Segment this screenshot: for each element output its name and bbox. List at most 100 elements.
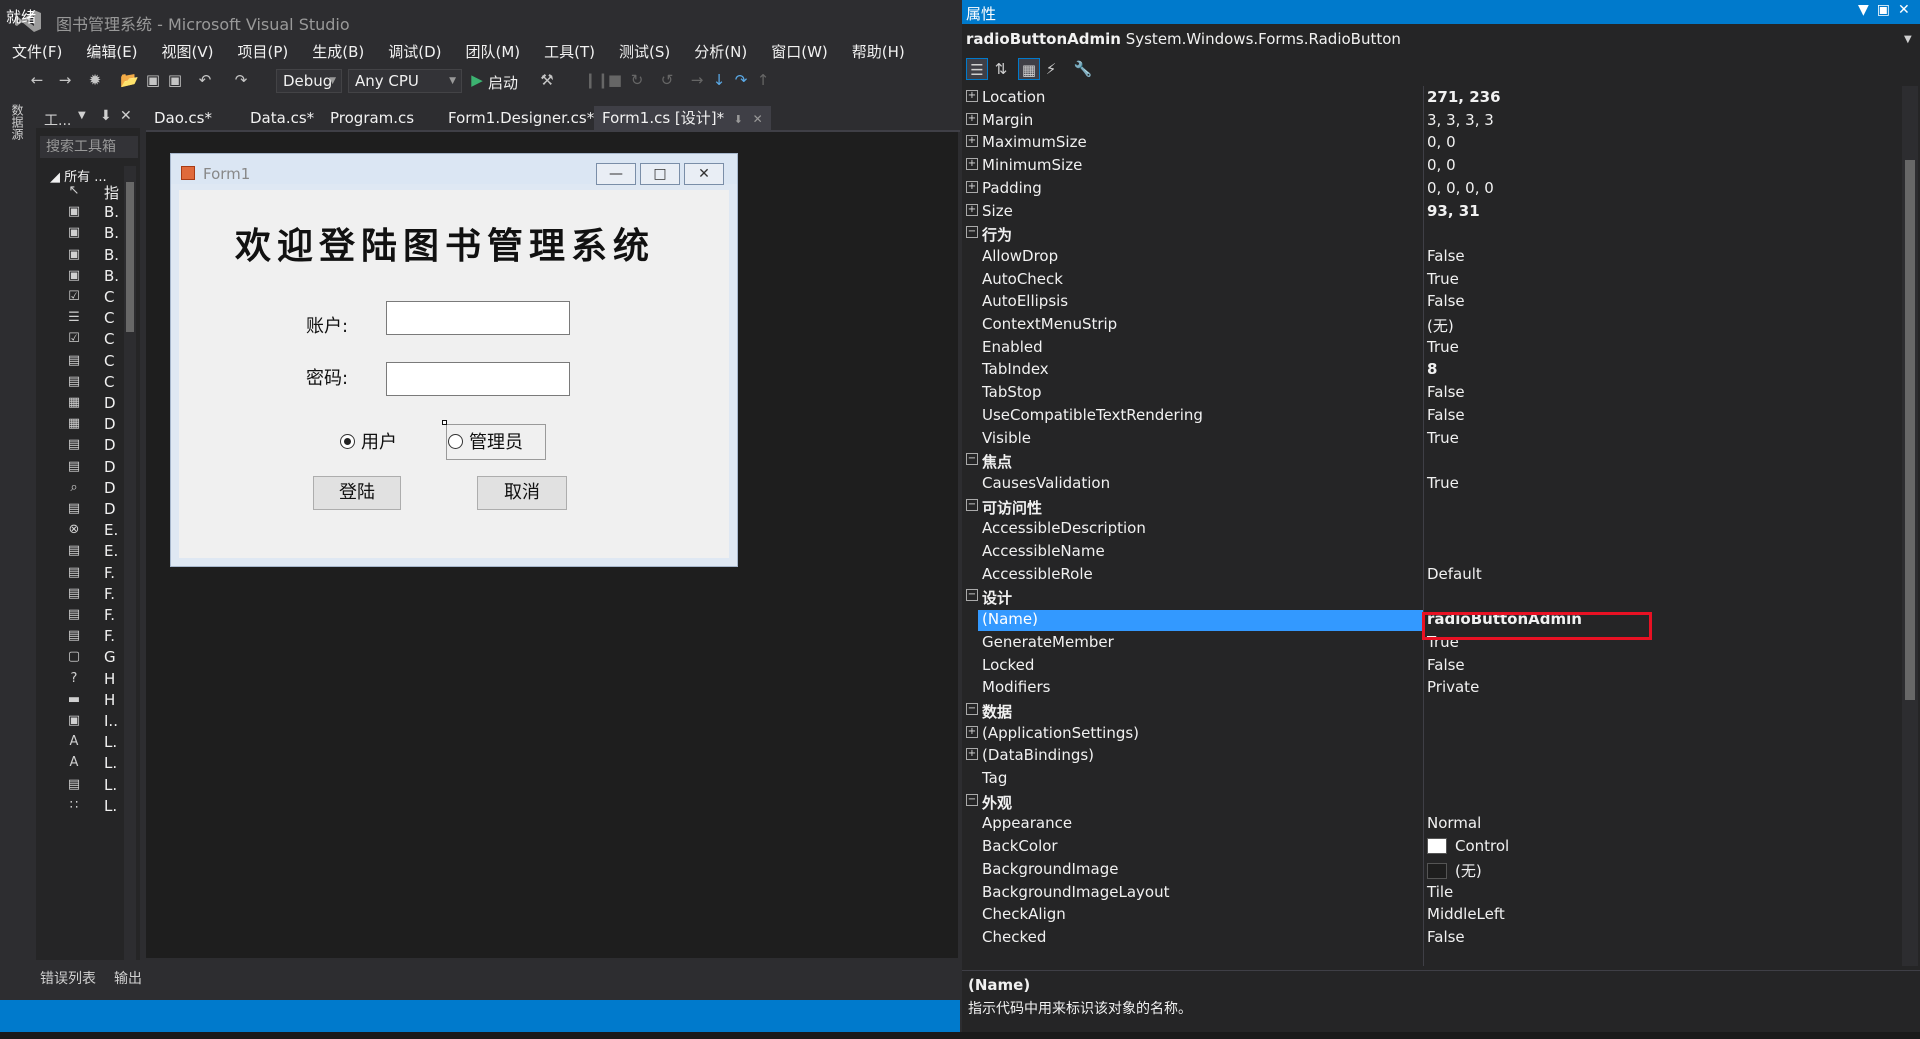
property-value[interactable]: True xyxy=(1427,270,1459,288)
property-category[interactable]: − 行为 xyxy=(962,222,1902,245)
property-row[interactable]: Enabled True xyxy=(962,336,1902,359)
platform-select[interactable]: Any CPU ▼ xyxy=(348,69,462,93)
radio-user[interactable]: 用户 xyxy=(340,428,397,454)
dropdown-icon[interactable]: ▼ xyxy=(1858,2,1877,18)
property-row[interactable]: AutoCheck True xyxy=(962,268,1902,291)
close-icon[interactable]: ✕ xyxy=(749,112,763,126)
login-button[interactable]: 登陆 xyxy=(313,476,401,510)
property-category[interactable]: − 数据 xyxy=(962,699,1902,722)
password-input[interactable] xyxy=(386,362,570,396)
save-icon[interactable]: ▣ xyxy=(144,71,162,89)
expand-icon[interactable]: + xyxy=(966,90,978,102)
property-value[interactable]: 3, 3, 3, 3 xyxy=(1427,111,1494,129)
start-icon[interactable]: ▶ xyxy=(468,71,486,89)
property-row[interactable]: Checked False xyxy=(962,926,1902,949)
datasource-tab[interactable]: 数据源 xyxy=(10,104,26,140)
doc-tab[interactable]: Form1.cs [设计]* ⬇ ✕ xyxy=(594,106,771,130)
attach-icon[interactable]: ⚒ xyxy=(538,71,556,89)
collapse-icon[interactable]: − xyxy=(966,498,978,511)
back-icon[interactable]: ← xyxy=(28,71,46,89)
property-row[interactable]: AccessibleDescription xyxy=(962,517,1902,540)
menu-item-11[interactable]: 帮助(H) xyxy=(852,40,917,64)
menu-item-5[interactable]: 调试(D) xyxy=(388,40,453,64)
property-category[interactable]: − 外观 xyxy=(962,790,1902,813)
alphabetical-icon[interactable]: ⇅ xyxy=(990,58,1012,80)
start-button-label[interactable]: 启动 xyxy=(488,72,518,93)
property-row[interactable]: CausesValidation True xyxy=(962,472,1902,495)
property-row[interactable]: TabIndex 8 xyxy=(962,358,1902,381)
toolbox-item[interactable]: ∷ L. xyxy=(66,795,122,819)
property-row[interactable]: TabStop False xyxy=(962,381,1902,404)
menu-item-10[interactable]: 窗口(W) xyxy=(771,40,840,64)
property-value[interactable]: 271, 236 xyxy=(1427,88,1501,106)
menu-item-0[interactable]: 文件(F) xyxy=(12,40,74,64)
property-row[interactable]: + Size 93, 31 xyxy=(962,200,1902,223)
toolbox-search-input[interactable]: 搜索工具箱 xyxy=(40,136,138,158)
property-value[interactable]: False xyxy=(1427,247,1465,265)
menu-item-8[interactable]: 测试(S) xyxy=(619,40,682,64)
step-out-icon[interactable]: ↑ xyxy=(754,71,772,89)
pause-icon[interactable]: ❙❙ xyxy=(584,71,609,89)
properties-window-controls[interactable]: ▼▣✕ xyxy=(1858,2,1918,18)
maximize-icon[interactable]: ▣ xyxy=(1877,2,1898,18)
menu-item-4[interactable]: 生成(B) xyxy=(312,40,376,64)
collapse-icon[interactable]: − xyxy=(966,702,978,715)
object-selector[interactable]: radioButtonAdmin System.Windows.Forms.Ra… xyxy=(966,30,1401,48)
property-row[interactable]: UseCompatibleTextRendering False xyxy=(962,404,1902,427)
properties-scroll-thumb[interactable] xyxy=(1905,160,1915,700)
dropdown-icon[interactable]: ▼ xyxy=(78,110,86,121)
property-row[interactable]: BackgroundImageLayout Tile xyxy=(962,881,1902,904)
expand-icon[interactable]: + xyxy=(966,112,978,125)
property-value[interactable]: Default xyxy=(1427,565,1482,583)
expand-icon[interactable]: + xyxy=(966,158,978,171)
property-value[interactable]: MiddleLeft xyxy=(1427,905,1505,923)
expand-icon[interactable]: + xyxy=(966,180,978,193)
property-row[interactable]: AccessibleName xyxy=(962,540,1902,563)
resize-handle[interactable] xyxy=(442,420,447,425)
property-row[interactable]: + (ApplicationSettings) xyxy=(962,722,1902,745)
menu-item-7[interactable]: 工具(T) xyxy=(544,40,607,64)
doc-tab[interactable]: Program.cs xyxy=(322,106,422,130)
property-value[interactable]: 93, 31 xyxy=(1427,202,1480,220)
stop-icon[interactable]: ■ xyxy=(606,71,624,89)
expand-icon[interactable]: + xyxy=(966,725,978,738)
save-all-icon[interactable]: ▣ xyxy=(166,71,184,89)
solution-config-select[interactable]: Debug ▼ xyxy=(276,69,342,93)
collapse-icon[interactable]: − xyxy=(966,793,978,806)
expand-icon[interactable]: + xyxy=(966,748,978,761)
property-value[interactable]: False xyxy=(1427,292,1465,310)
doc-tab[interactable]: Dao.cs* xyxy=(146,106,220,130)
property-row[interactable]: + Location 271, 236 xyxy=(962,86,1902,109)
property-category[interactable]: − 可访问性 xyxy=(962,495,1902,518)
radio-admin[interactable]: 管理员 xyxy=(448,428,523,454)
menu-item-2[interactable]: 视图(V) xyxy=(162,40,226,64)
property-value[interactable]: False xyxy=(1427,383,1465,401)
maximize-icon[interactable]: □ xyxy=(640,163,680,185)
forward-icon[interactable]: → xyxy=(56,71,74,89)
property-row[interactable]: + Padding 0, 0, 0, 0 xyxy=(962,177,1902,200)
menu-item-9[interactable]: 分析(N) xyxy=(694,40,759,64)
cancel-button[interactable]: 取消 xyxy=(477,476,567,510)
property-row[interactable]: Locked False xyxy=(962,654,1902,677)
menu-item-1[interactable]: 编辑(E) xyxy=(86,40,149,64)
property-row[interactable]: AccessibleRole Default xyxy=(962,563,1902,586)
property-row[interactable]: + MaximumSize 0, 0 xyxy=(962,131,1902,154)
property-value[interactable]: True xyxy=(1427,429,1459,447)
doc-tab[interactable]: Form1.Designer.cs* xyxy=(440,106,602,130)
open-folder-icon[interactable]: 📂 xyxy=(120,71,139,89)
close-icon[interactable]: ✕ xyxy=(684,163,724,185)
property-row[interactable]: Tag xyxy=(962,767,1902,790)
property-category[interactable]: − 设计 xyxy=(962,585,1902,608)
property-value[interactable]: True xyxy=(1427,338,1459,356)
property-row[interactable]: Visible True xyxy=(962,427,1902,450)
pin-icon[interactable]: ⬇ xyxy=(730,113,743,126)
property-value[interactable]: 0, 0 xyxy=(1427,156,1456,174)
collapse-icon[interactable]: − xyxy=(966,589,978,602)
doc-tab[interactable]: Data.cs* xyxy=(242,106,322,130)
property-row[interactable]: Appearance Normal xyxy=(962,812,1902,835)
property-row[interactable]: AutoEllipsis False xyxy=(962,290,1902,313)
collapse-icon[interactable]: − xyxy=(966,453,978,466)
property-value[interactable]: 0, 0 xyxy=(1427,133,1456,151)
property-row[interactable]: ContextMenuStrip (无) xyxy=(962,313,1902,336)
close-icon[interactable]: ✕ xyxy=(120,108,132,124)
